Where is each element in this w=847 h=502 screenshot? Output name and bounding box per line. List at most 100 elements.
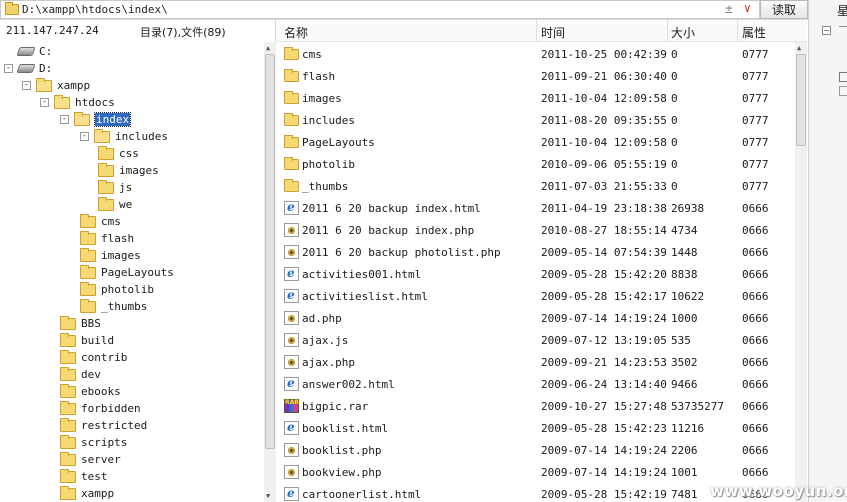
close-box-icon[interactable]: [839, 72, 847, 82]
file-scroll-thumb[interactable]: [796, 54, 806, 146]
folder-icon: [5, 2, 19, 15]
tree-node[interactable]: we: [98, 196, 132, 213]
tree-node[interactable]: scripts: [60, 434, 127, 451]
tree-node[interactable]: xampp: [60, 485, 114, 502]
tree-node[interactable]: cms: [80, 213, 121, 230]
column-time[interactable]: 时间: [541, 24, 565, 41]
tree-node[interactable]: BBS: [60, 315, 101, 332]
table-row[interactable]: 2011 6 20 backup index.html 2011-04-19 23…: [277, 197, 795, 219]
tree-node[interactable]: restricted: [60, 417, 147, 434]
column-name[interactable]: 名称: [284, 24, 308, 41]
file-size: 0: [671, 180, 678, 193]
file-time: 2011-10-04 12:09:58: [541, 92, 667, 105]
plus-minus-icon[interactable]: ±: [725, 3, 733, 16]
tree-node[interactable]: C:: [16, 43, 52, 60]
tree-node[interactable]: build: [60, 332, 114, 349]
tree-node[interactable]: images: [80, 247, 141, 264]
tree-node[interactable]: test: [60, 468, 108, 485]
table-row[interactable]: images 2011-10-04 12:09:58 0 0777: [277, 87, 795, 109]
table-row[interactable]: photolib 2010-09-06 05:55:19 0 0777: [277, 153, 795, 175]
tree-toggle-icon[interactable]: -: [80, 132, 89, 141]
folder-icon: [60, 485, 76, 500]
tree-toggle-icon[interactable]: -: [60, 115, 69, 124]
html-file-icon: [284, 376, 299, 391]
table-row[interactable]: ad.php 2009-07-14 14:19:24 1000 0666: [277, 307, 795, 329]
file-name: cartoonerlist.html: [302, 488, 422, 501]
file-name: includes: [302, 114, 355, 127]
tree-node-label: images: [119, 164, 159, 177]
file-name: bigpic.rar: [302, 400, 369, 413]
tree-node-label: PageLayouts: [101, 266, 174, 279]
tree-node[interactable]: _thumbs: [80, 298, 147, 315]
file-time: 2011-04-19 23:18:38: [541, 202, 667, 215]
table-row[interactable]: ajax.php 2009-09-21 14:23:53 3502 0666: [277, 351, 795, 373]
address-input[interactable]: D:\xampp\htdocs\index\ ± ∨: [0, 0, 760, 19]
file-time: 2009-07-14 14:19:24: [541, 312, 667, 325]
scroll-up-icon[interactable]: ▲: [266, 44, 270, 52]
table-row[interactable]: 2011 6 20 backup photolist.php 2009-05-14…: [277, 241, 795, 263]
tree-toggle-icon[interactable]: -: [40, 98, 49, 107]
table-row[interactable]: activitieslist.html 2009-05-28 15:42:17 10…: [277, 285, 795, 307]
table-row[interactable]: activities001.html 2009-05-28 15:42:20 883…: [277, 263, 795, 285]
tree-node[interactable]: js: [98, 179, 132, 196]
tree-node[interactable]: css: [98, 145, 139, 162]
file-attr: 0666: [742, 444, 769, 457]
table-row[interactable]: booklist.html 2009-05-28 15:42:23 11216 066…: [277, 417, 795, 439]
table-row[interactable]: cms 2011-10-25 00:42:39 0 0777: [277, 43, 795, 65]
folder-icon: [60, 451, 76, 466]
tree-node[interactable]: - D:: [4, 60, 52, 77]
tree-scroll-thumb[interactable]: [265, 54, 275, 449]
table-row[interactable]: bigpic.rar 2009-10-27 15:27:48 53735277 066…: [277, 395, 795, 417]
tree-node[interactable]: ebooks: [60, 383, 121, 400]
tree-node-label: images: [101, 249, 141, 262]
file-attr: 0666: [742, 334, 769, 347]
table-row[interactable]: includes 2011-08-20 09:35:55 0 0777: [277, 109, 795, 131]
table-row[interactable]: booklist.php 2009-07-14 14:19:24 2206 0666: [277, 439, 795, 461]
chevron-down-icon[interactable]: ∨: [744, 1, 751, 15]
table-row[interactable]: bookview.php 2009-07-14 14:19:24 1001 0666: [277, 461, 795, 483]
table-row[interactable]: answer002.html 2009-06-24 13:14:40 9466 066…: [277, 373, 795, 395]
folder-file-icon: [284, 179, 299, 192]
tree-node[interactable]: forbidden: [60, 400, 141, 417]
column-attr[interactable]: 属性: [742, 24, 766, 41]
file-name: images: [302, 92, 342, 105]
scroll-up-icon[interactable]: ▲: [797, 44, 801, 52]
tree-node[interactable]: PageLayouts: [80, 264, 174, 281]
watermark: www.wooyun.org: [710, 482, 847, 500]
tree-node[interactable]: - htdocs: [40, 94, 115, 111]
tree-node[interactable]: - xampp: [22, 77, 90, 94]
column-size[interactable]: 大小: [671, 24, 695, 41]
tree-node[interactable]: - index: [60, 111, 132, 128]
file-list-scrollbar[interactable]: ▲: [795, 42, 807, 502]
table-row[interactable]: flash 2011-09-21 06:30:40 0 0777: [277, 65, 795, 87]
file-size: 1448: [671, 246, 698, 259]
file-size: 0: [671, 48, 678, 61]
file-attr: 0666: [742, 422, 769, 435]
collapse-toggle-icon[interactable]: −: [822, 26, 831, 35]
tree-node[interactable]: - includes: [80, 128, 168, 145]
tree-toggle-icon[interactable]: -: [4, 64, 13, 73]
tree-scrollbar[interactable]: ▲ ▼: [264, 42, 276, 502]
folder-icon: [80, 264, 96, 279]
read-button[interactable]: 读取: [760, 0, 808, 19]
folder-icon: [98, 196, 114, 211]
tree-node[interactable]: flash: [80, 230, 134, 247]
file-attr: 0666: [742, 356, 769, 369]
tree-node[interactable]: server: [60, 451, 121, 468]
file-time: 2009-05-14 07:54:39: [541, 246, 667, 259]
table-row[interactable]: _thumbs 2011-07-03 21:55:33 0 0777: [277, 175, 795, 197]
tree-node[interactable]: contrib: [60, 349, 127, 366]
table-row[interactable]: ajax.js 2009-07-12 13:19:05 535 0666: [277, 329, 795, 351]
tree-node[interactable]: dev: [60, 366, 101, 383]
table-row[interactable]: 2011 6 20 backup index.php 2010-08-27 18:…: [277, 219, 795, 241]
html-file-icon: [284, 200, 299, 215]
tree-node[interactable]: images: [98, 162, 159, 179]
tree-node[interactable]: photolib: [80, 281, 154, 298]
file-time: 2011-09-21 06:30:40: [541, 70, 667, 83]
tree-toggle-icon[interactable]: -: [22, 81, 31, 90]
scroll-down-icon[interactable]: ▼: [266, 492, 270, 500]
table-row[interactable]: PageLayouts 2011-10-04 12:09:58 0 0777: [277, 131, 795, 153]
box-icon[interactable]: [839, 86, 847, 96]
html-file-icon: [284, 288, 299, 303]
tree-header: 211.147.247.24 目录(7),文件(89): [0, 20, 276, 42]
